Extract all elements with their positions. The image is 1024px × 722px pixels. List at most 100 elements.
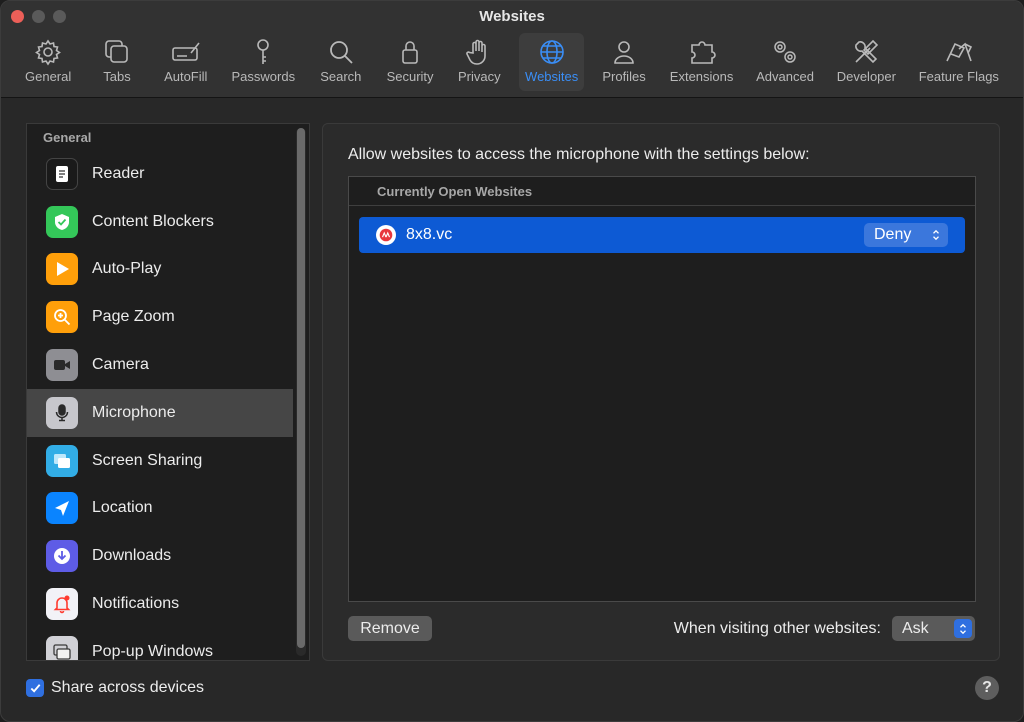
tab-advanced[interactable]: Advanced [750, 33, 820, 91]
tab-feature-flags-label: Feature Flags [918, 69, 999, 84]
sidebar-item-label: Page Zoom [92, 308, 175, 326]
autofill-icon [171, 42, 200, 61]
tab-privacy-label: Privacy [457, 69, 501, 84]
toolbar: General Tabs AutoFill Passwords Search S… [19, 33, 1005, 91]
table-row[interactable]: 8x8.vc Deny [359, 217, 965, 253]
download-icon [46, 540, 78, 573]
gears-icon [774, 41, 796, 63]
panel-description: Allow websites to access the microphone … [348, 146, 810, 163]
tab-passwords[interactable]: Passwords [226, 33, 302, 91]
camera-icon [46, 349, 78, 382]
tab-extensions[interactable]: Extensions [664, 33, 740, 91]
tab-extensions-label: Extensions [669, 69, 734, 84]
sidebar-item-downloads[interactable]: Downloads [27, 532, 293, 580]
sidebar-item-label: Auto-Play [92, 260, 162, 278]
tab-websites-label: Websites [525, 69, 579, 84]
tab-autofill-label: AutoFill [164, 69, 208, 84]
sidebar-item-label: Reader [92, 164, 145, 182]
table-header: Currently Open Websites [349, 177, 975, 206]
sidebar-scrollbar[interactable] [296, 128, 306, 656]
sidebar-item-pop-up-windows[interactable]: Pop-up Windows [27, 628, 293, 660]
remove-button[interactable]: Remove [348, 616, 432, 641]
tab-profiles[interactable]: Profiles [595, 33, 653, 91]
tab-autofill[interactable]: AutoFill [157, 33, 215, 91]
chevron-updown-icon [954, 619, 972, 638]
key-icon [257, 39, 270, 64]
share-across-devices[interactable]: Share across devices [26, 679, 204, 697]
sidebar-item-reader[interactable]: Reader [27, 150, 293, 198]
tab-tabs[interactable]: Tabs [88, 33, 146, 91]
sidebar-item-page-zoom[interactable]: Page Zoom [27, 293, 293, 341]
sidebar-item-label: Screen Sharing [92, 451, 203, 469]
tab-security[interactable]: Security [381, 33, 440, 91]
sidebar-item-location[interactable]: Location [27, 485, 293, 533]
tabs-icon [105, 40, 128, 63]
flags-icon [946, 42, 972, 62]
chevron-updown-icon [927, 226, 945, 244]
sidebar-item-label: Camera [92, 356, 149, 374]
zoom-icon [46, 301, 78, 334]
websites-table: Currently Open Websites 8x8.vc Deny [348, 176, 976, 602]
tab-feature-flags[interactable]: Feature Flags [913, 33, 1005, 91]
tab-general[interactable]: General [19, 33, 77, 91]
play-icon [46, 253, 78, 286]
settings-panel: Allow websites to access the microphone … [322, 123, 1000, 661]
shield-check-icon [46, 205, 78, 238]
sidebar-item-label: Downloads [92, 547, 172, 565]
location-arrow-icon [46, 492, 78, 525]
popup-windows-icon [46, 635, 78, 660]
tab-developer-label: Developer [836, 69, 896, 84]
sidebar: General Reader Content Blockers Auto-Pla… [26, 123, 310, 661]
share-label: Share across devices [51, 679, 204, 696]
titlebar: Websites General Tabs AutoFill Passwords… [1, 1, 1023, 98]
tab-passwords-label: Passwords [231, 69, 296, 84]
checkmark-icon [30, 683, 40, 693]
microphone-icon [46, 396, 78, 429]
globe-icon [539, 40, 564, 64]
other-websites-value: Ask [902, 619, 929, 637]
sidebar-item-label: Pop-up Windows [92, 642, 213, 660]
preferences-window: Websites General Tabs AutoFill Passwords… [0, 0, 1024, 722]
sidebar-item-content-blockers[interactable]: Content Blockers [27, 198, 293, 246]
tab-security-label: Security [386, 69, 434, 84]
sidebar-section-header: General [43, 130, 92, 145]
sidebar-list: Reader Content Blockers Auto-Play Page Z… [27, 150, 293, 660]
tab-websites[interactable]: Websites [519, 33, 585, 91]
bell-icon [46, 588, 78, 621]
other-websites-select[interactable]: Ask [892, 616, 975, 641]
sidebar-item-microphone[interactable]: Microphone [27, 388, 293, 437]
site-permission-select[interactable]: Deny [864, 223, 948, 247]
help-button[interactable]: ? [975, 676, 999, 700]
site-favicon-icon [376, 225, 396, 245]
reader-icon [46, 157, 78, 190]
sidebar-item-camera[interactable]: Camera [27, 341, 293, 389]
tab-developer[interactable]: Developer [831, 33, 902, 91]
sidebar-item-notifications[interactable]: Notifications [27, 580, 293, 628]
hand-icon [466, 39, 487, 65]
sidebar-scroll-thumb[interactable] [297, 128, 305, 648]
search-icon [329, 41, 353, 64]
sidebar-item-auto-play[interactable]: Auto-Play [27, 246, 293, 294]
sidebar-item-label: Microphone [92, 403, 176, 421]
tab-profiles-label: Profiles [602, 69, 646, 84]
tab-privacy[interactable]: Privacy [450, 33, 508, 91]
tab-search-label: Search [320, 69, 362, 84]
tab-general-label: General [25, 69, 72, 84]
tab-advanced-label: Advanced [756, 69, 814, 84]
tab-tabs-label: Tabs [103, 69, 131, 84]
lock-icon [402, 41, 418, 64]
sidebar-item-label: Notifications [92, 595, 180, 613]
site-name: 8x8.vc [406, 226, 453, 243]
person-icon [614, 41, 634, 64]
sidebar-item-label: Location [92, 499, 153, 517]
window-title: Websites [479, 8, 545, 25]
screen-sharing-icon [46, 444, 78, 477]
sidebar-item-label: Content Blockers [92, 212, 214, 230]
tab-search[interactable]: Search [312, 33, 370, 91]
sidebar-item-screen-sharing[interactable]: Screen Sharing [27, 437, 293, 485]
site-permission-value: Deny [874, 226, 912, 243]
gear-icon [35, 39, 62, 66]
tools-icon [855, 39, 879, 64]
share-checkbox[interactable] [26, 679, 44, 697]
puzzle-icon [690, 41, 716, 64]
